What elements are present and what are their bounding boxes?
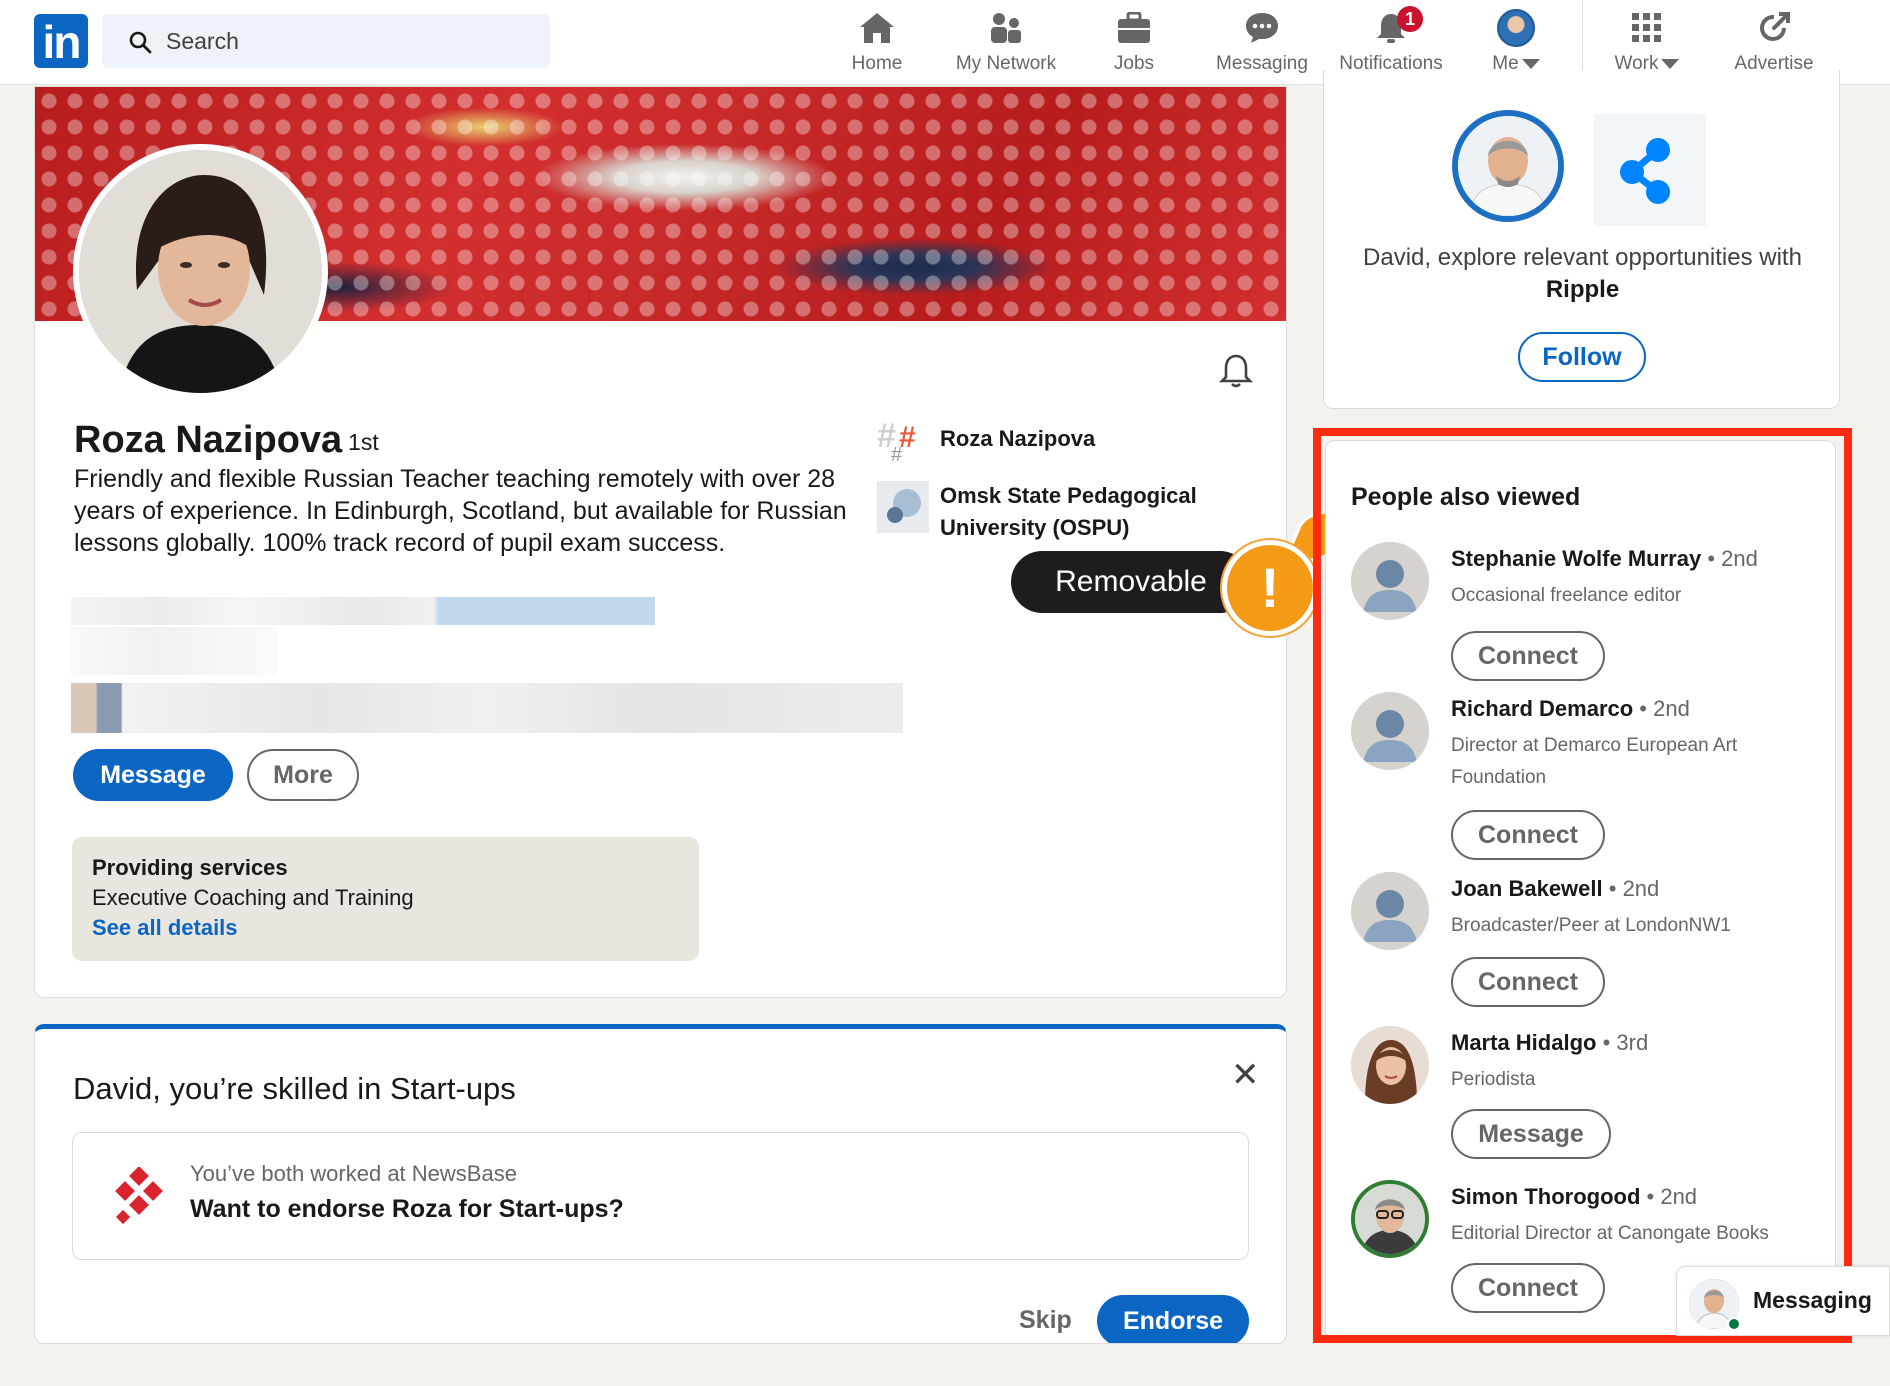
endorse-prompt-box: You’ve both worked at NewsBase Want to e… bbox=[72, 1132, 1249, 1260]
org-name-primary[interactable]: Roza Nazipova bbox=[940, 423, 1095, 455]
connection-degree: · 1st bbox=[334, 429, 379, 455]
messaging-overlay-pill[interactable]: Messaging bbox=[1676, 1266, 1890, 1336]
search-input[interactable] bbox=[166, 14, 526, 68]
chevron-down-icon bbox=[1521, 58, 1540, 69]
jobs-icon bbox=[1118, 12, 1150, 43]
linkedin-logo[interactable]: in bbox=[34, 14, 88, 68]
nav-advertise[interactable]: Advertise bbox=[1726, 6, 1822, 78]
services-detail: Executive Coaching and Training bbox=[92, 885, 414, 910]
newsbase-logo bbox=[115, 1167, 163, 1225]
endorse-question: Want to endorse Roza for Start-ups? bbox=[190, 1195, 624, 1223]
ripple-ad-text: David, explore relevant opportunities wi… bbox=[1324, 242, 1839, 306]
nav-messaging[interactable]: Messaging bbox=[1212, 6, 1312, 78]
endorse-skill-card: David, you’re skilled in Start-ups ✕ You… bbox=[34, 1024, 1287, 1344]
services-title: Providing services bbox=[92, 855, 288, 880]
nav-my-network-label: My Network bbox=[955, 53, 1057, 74]
hashtag-icon: # ## bbox=[877, 417, 916, 463]
university-logo bbox=[877, 481, 929, 533]
org-name-university[interactable]: Omsk State Pedagogical University (OSPU) bbox=[940, 480, 1240, 544]
message-button[interactable]: Message bbox=[73, 749, 233, 801]
search-icon bbox=[129, 31, 152, 54]
chevron-down-icon bbox=[1661, 58, 1680, 69]
search-box[interactable] bbox=[102, 14, 550, 68]
endorse-subtitle: You’ve both worked at NewsBase bbox=[190, 1161, 517, 1186]
ripple-ad-prefix: David, explore relevant opportunities wi… bbox=[1363, 244, 1802, 271]
endorse-button[interactable]: Endorse bbox=[1097, 1295, 1249, 1343]
notification-bell-icon[interactable] bbox=[1219, 353, 1253, 389]
online-status-dot bbox=[1727, 1317, 1741, 1331]
nav-my-network[interactable]: My Network bbox=[950, 6, 1062, 78]
highlight-frame bbox=[1313, 428, 1852, 1343]
endorse-title: David, you’re skilled in Start-ups bbox=[73, 1071, 516, 1106]
svg-text:#: # bbox=[891, 444, 903, 463]
redacted-mutual-connections bbox=[71, 683, 903, 733]
messaging-icon bbox=[1246, 13, 1278, 43]
follow-button[interactable]: Follow bbox=[1518, 332, 1646, 382]
nav-messaging-label: Messaging bbox=[1216, 53, 1308, 74]
see-all-details-link[interactable]: See all details bbox=[92, 915, 679, 941]
profile-card: Roza Nazipova · 1st Friendly and flexibl… bbox=[34, 86, 1287, 998]
nav-notifications[interactable]: 1 Notifications bbox=[1330, 6, 1452, 78]
ripple-logo bbox=[1594, 114, 1706, 226]
profile-photo-image bbox=[79, 150, 322, 393]
ripple-ad-card: David, explore relevant opportunities wi… bbox=[1323, 70, 1840, 409]
more-button[interactable]: More bbox=[247, 749, 359, 801]
providing-services-box[interactable]: Providing services Executive Coaching an… bbox=[72, 837, 699, 961]
profile-photo[interactable] bbox=[73, 144, 328, 399]
profile-headline: Friendly and flexible Russian Teacher te… bbox=[74, 465, 847, 557]
nav-me[interactable]: Me bbox=[1488, 6, 1544, 78]
nav-work[interactable]: Work bbox=[1610, 6, 1684, 78]
me-avatar bbox=[1497, 9, 1535, 47]
grid-icon bbox=[1632, 13, 1661, 42]
warning-icon: ! bbox=[1222, 540, 1318, 636]
redacted-contact bbox=[71, 627, 277, 675]
profile-name: Roza Nazipova bbox=[74, 419, 343, 461]
advertiser-user-avatar bbox=[1452, 110, 1564, 222]
nav-home[interactable]: Home bbox=[842, 6, 912, 78]
redacted-location bbox=[71, 597, 655, 625]
home-icon bbox=[860, 13, 894, 43]
nav-jobs[interactable]: Jobs bbox=[1104, 6, 1164, 78]
ripple-company-name: Ripple bbox=[1545, 276, 1620, 303]
close-icon[interactable]: ✕ bbox=[1231, 1055, 1260, 1095]
notifications-badge: 1 bbox=[1397, 6, 1423, 32]
skip-button[interactable]: Skip bbox=[1019, 1306, 1072, 1335]
advertise-icon bbox=[1760, 12, 1790, 41]
network-icon bbox=[991, 13, 1021, 43]
removable-tooltip: Removable bbox=[1011, 551, 1251, 613]
messaging-pill-label: Messaging bbox=[1753, 1287, 1872, 1313]
nav-home-label: Home bbox=[851, 53, 903, 74]
nav-jobs-label: Jobs bbox=[1113, 53, 1155, 74]
